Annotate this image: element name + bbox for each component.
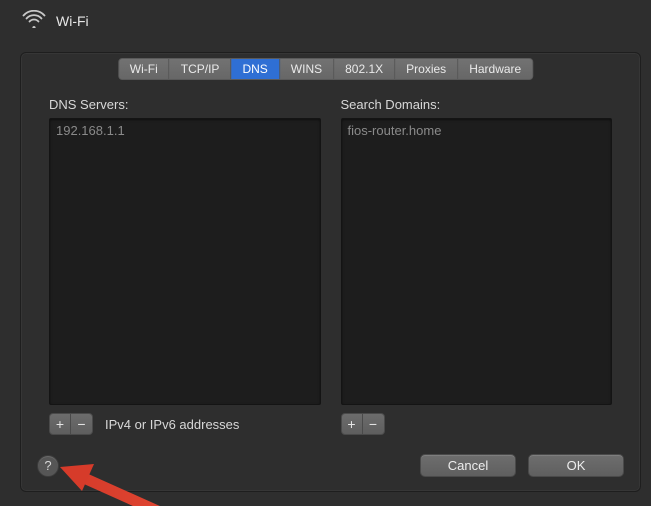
dns-server-entry[interactable]: 192.168.1.1 [56,123,314,138]
tab-wins[interactable]: WINS [280,59,334,79]
dns-servers-label: DNS Servers: [49,97,321,112]
dns-servers-list[interactable]: 192.168.1.1 [49,118,321,405]
window-header: Wi-Fi [0,0,651,39]
search-add-button[interactable]: + [341,413,363,435]
search-domains-label: Search Domains: [341,97,613,112]
dns-add-button[interactable]: + [49,413,71,435]
search-domains-list[interactable]: fios-router.home [341,118,613,405]
help-button[interactable]: ? [37,455,59,477]
tab-bar: Wi-Fi TCP/IP DNS WINS 802.1X Proxies Har… [118,58,533,80]
settings-frame: DNS Servers: 192.168.1.1 + − IPv4 or IPv… [20,52,641,492]
cancel-button[interactable]: Cancel [420,454,516,477]
dns-servers-column: DNS Servers: 192.168.1.1 + − IPv4 or IPv… [49,97,321,435]
tab-hardware[interactable]: Hardware [458,59,532,79]
search-remove-button[interactable]: − [363,413,385,435]
dns-hint: IPv4 or IPv6 addresses [105,417,239,432]
tab-8021x[interactable]: 802.1X [334,59,395,79]
dns-remove-button[interactable]: − [71,413,93,435]
window-title: Wi-Fi [56,13,89,29]
search-domain-entry[interactable]: fios-router.home [348,123,606,138]
tab-wifi[interactable]: Wi-Fi [119,59,170,79]
tab-tcpip[interactable]: TCP/IP [170,59,232,79]
search-domains-column: Search Domains: fios-router.home + − [341,97,613,435]
wifi-icon [22,10,46,31]
tab-dns[interactable]: DNS [231,59,279,79]
ok-button[interactable]: OK [528,454,624,477]
tab-proxies[interactable]: Proxies [395,59,458,79]
